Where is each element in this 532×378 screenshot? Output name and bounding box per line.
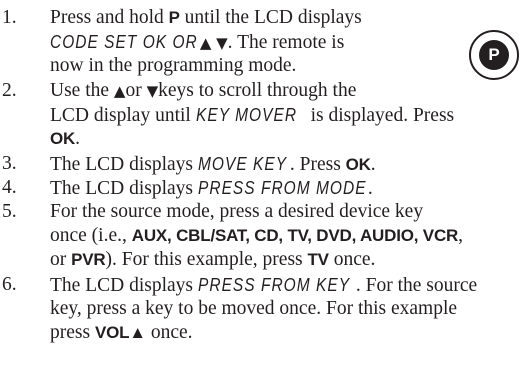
key-label: OK (345, 155, 371, 174)
step-number: 6. (2, 274, 17, 295)
step-line: CODE SET OK OR ▲ ▼. The remote is (50, 32, 345, 54)
step-line: OK. (50, 128, 80, 150)
lcd-text: PRESS FROM MODE (197, 178, 367, 198)
up-arrow-icon: ▲ (113, 82, 126, 100)
step-line: For the source mode, press a desired dev… (50, 201, 424, 222)
key-label: PVR (71, 250, 106, 270)
step-line: The LCD displays MOVE KEY. Press OK. (50, 154, 376, 175)
step-line: now in the programming mode. (50, 55, 297, 77)
device-keys: AUX, CBL/SAT, CD, TV, DVD, AUDIO, VCR (131, 226, 459, 246)
lcd-text: CODE SET OK OR (50, 32, 198, 53)
step-line: Press and hold P until the LCD displays (50, 7, 362, 28)
step-number: 2. (2, 80, 17, 101)
step-line: The LCD displays PRESS FROM MODE. (50, 178, 373, 199)
up-down-arrows-icon: ▲ ▼ (199, 34, 228, 53)
lcd-text: KEY MOVER (195, 105, 297, 126)
key-label: TV (307, 250, 330, 270)
step-line: LCD display until KEY MOVER is displayed… (50, 105, 455, 127)
lcd-text: PRESS FROM KEY (197, 275, 350, 295)
step-number: 4. (2, 177, 17, 198)
step-line: once (i.e., AUX, CBL/SAT, CD, TV, DVD, A… (50, 225, 463, 247)
lcd-text: MOVE KEY (197, 154, 287, 174)
step-number: 5. (2, 201, 17, 222)
step-line: The LCD displays PRESS FROM KEY. For the… (50, 275, 478, 296)
step-line: press VOL▲ once. (50, 322, 193, 344)
key-label: VOL▲ (94, 323, 146, 343)
key-label: OK (50, 129, 76, 149)
instruction-page: 1. Press and hold P until the LCD displa… (0, 0, 532, 378)
step-line: key, press a key to be moved once. For t… (50, 298, 458, 320)
key-label: P (168, 8, 180, 27)
step-number: 1. (2, 7, 17, 28)
program-p-icon: P (469, 30, 519, 80)
step-line: or PVR). For this example, press TV once… (50, 249, 376, 271)
step-number: 3. (2, 153, 17, 174)
down-arrow-icon: ▼ (146, 82, 159, 100)
step-line: Use the ▲or ▼keys to scroll through the (50, 80, 357, 101)
